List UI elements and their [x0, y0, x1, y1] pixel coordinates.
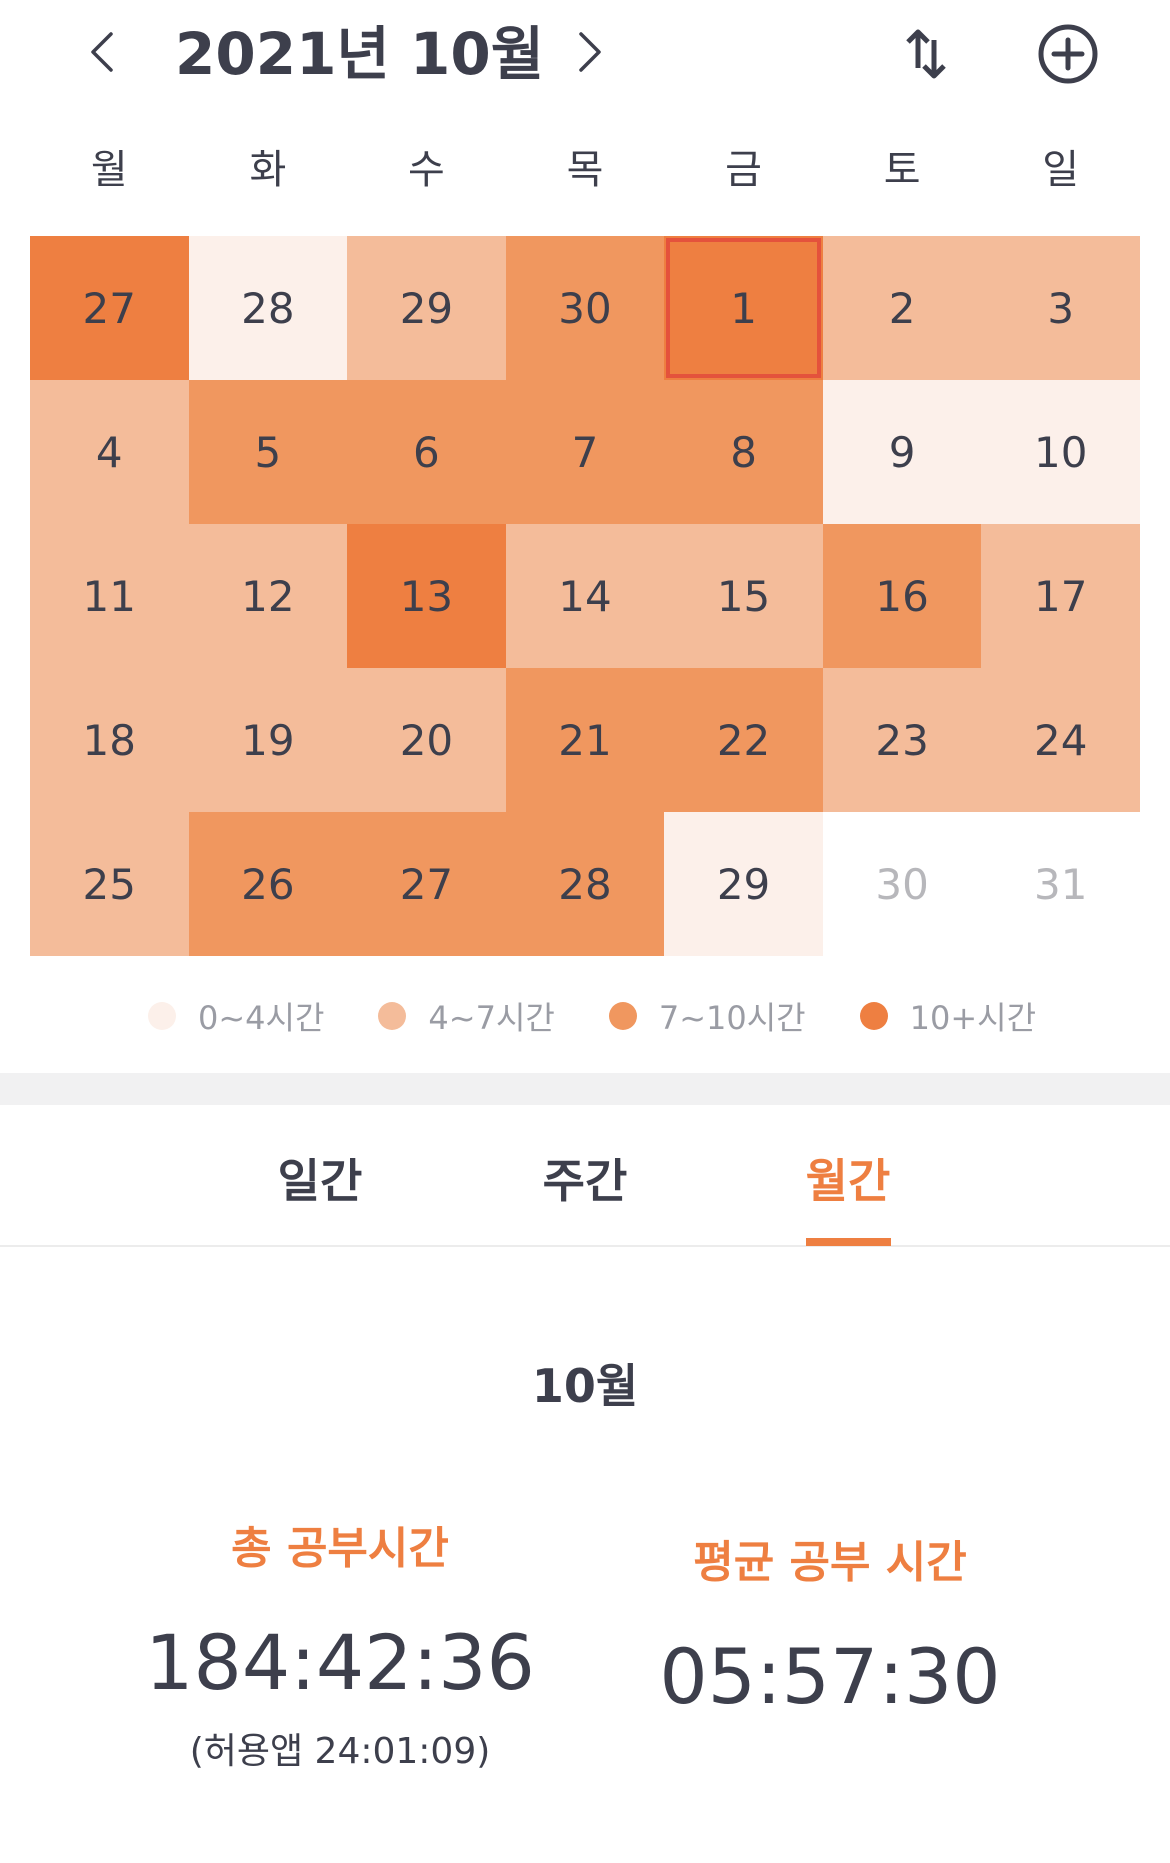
legend-item: 7~10시간 [608, 993, 806, 1039]
sort-button[interactable] [890, 18, 962, 90]
month-title: 2021년 10월 [175, 20, 545, 88]
calendar-day[interactable]: 30 [822, 812, 982, 956]
legend-dot [148, 1002, 176, 1030]
legend-item: 0~4시간 [148, 993, 324, 1039]
calendar-day[interactable]: 23 [822, 668, 982, 812]
weekday-header: 월 화 수 목 금 토 일 [30, 140, 1140, 200]
weekday-wed: 수 [408, 147, 445, 193]
calendar-day[interactable]: 28 [188, 236, 348, 380]
legend-dot [378, 1002, 407, 1030]
legend: 0~4시간 4~7시간 7~10시간 10+시간 [148, 993, 1090, 1039]
calendar-day[interactable]: 24 [981, 668, 1140, 812]
active-tab-indicator [806, 1238, 891, 1246]
calendar-day[interactable]: 17 [981, 524, 1140, 668]
calendar-day[interactable]: 3 [981, 236, 1140, 380]
calendar-day[interactable]: 10 [981, 380, 1140, 524]
tab-weekly[interactable]: 주간 [505, 1145, 665, 1211]
calendar-day[interactable]: 22 [664, 668, 823, 812]
weekday-thu: 목 [566, 147, 604, 193]
calendar-day[interactable]: 2 [822, 236, 982, 380]
calendar-day[interactable]: 30 [505, 236, 665, 380]
total-study-time-label: 총 공부시간 [231, 1523, 449, 1574]
calendar-day[interactable]: 15 [664, 524, 823, 668]
section-divider [0, 1073, 1170, 1105]
calendar-day[interactable]: 11 [30, 524, 189, 668]
calendar-day[interactable]: 12 [188, 524, 348, 668]
tab-monthly[interactable]: 월간 [768, 1145, 928, 1211]
calendar-day[interactable]: 26 [188, 812, 348, 956]
calendar-day[interactable]: 18 [30, 668, 189, 812]
chevron-right-icon [579, 32, 601, 72]
calendar-day[interactable]: 14 [505, 524, 665, 668]
weekday-sun: 일 [1042, 147, 1080, 193]
calendar-day[interactable]: 28 [505, 812, 665, 956]
legend-label: 0~4시간 [198, 999, 325, 1037]
calendar-day[interactable]: 6 [347, 380, 506, 524]
average-study-time-label: 평균 공부 시간 [693, 1537, 967, 1588]
calendar-day[interactable]: 16 [822, 524, 982, 668]
calendar-day[interactable]: 29 [664, 812, 823, 956]
weekday-mon: 월 [90, 147, 128, 193]
sort-arrows-icon [906, 29, 946, 79]
total-study-time-value: 184:42:36 [145, 1618, 535, 1707]
legend-label: 4~7시간 [428, 999, 555, 1037]
legend-dot [859, 1002, 888, 1030]
calendar-day-today[interactable]: 1 [664, 236, 823, 380]
legend-dot [608, 1002, 637, 1030]
legend-label: 10+시간 [909, 999, 1037, 1037]
allowed-app-time: (허용앱 24:01:09) [189, 1731, 491, 1772]
legend-label: 7~10시간 [658, 999, 806, 1037]
period-tabs: 일간 주간 월간 [0, 1105, 1170, 1247]
calendar-day[interactable]: 8 [664, 380, 823, 524]
calendar-day[interactable]: 31 [981, 812, 1140, 956]
add-button[interactable] [1032, 18, 1104, 90]
calendar-day[interactable]: 19 [188, 668, 348, 812]
calendar-day[interactable]: 27 [30, 236, 189, 380]
calendar-day[interactable]: 4 [30, 380, 189, 524]
next-month-button[interactable] [560, 22, 620, 82]
calendar-day[interactable]: 21 [505, 668, 665, 812]
legend-item: 4~7시간 [378, 993, 555, 1039]
prev-month-button[interactable] [72, 22, 132, 82]
calendar-day[interactable]: 20 [347, 668, 506, 812]
calendar-day[interactable]: 7 [505, 380, 665, 524]
legend-item: 10+시간 [859, 993, 1037, 1039]
calendar-day[interactable]: 29 [347, 236, 506, 380]
calendar-grid: 27 28 29 30 1 2 3 4 5 6 7 8 9 10 11 12 13 14 15 16 17 18 19 20 2… [30, 236, 1140, 956]
weekday-tue: 화 [249, 147, 287, 193]
calendar-day[interactable]: 27 [347, 812, 506, 956]
period-title: 10월 [531, 1359, 639, 1413]
chevron-left-icon [91, 32, 113, 72]
weekday-fri: 금 [725, 147, 762, 193]
tab-daily[interactable]: 일간 [240, 1145, 400, 1211]
average-study-time-value: 05:57:30 [659, 1632, 1001, 1721]
weekday-sat: 토 [883, 147, 921, 193]
calendar-day[interactable]: 5 [188, 380, 348, 524]
calendar-header: 2021년 10월 [0, 0, 1170, 120]
calendar-day[interactable]: 9 [822, 380, 982, 524]
plus-circle-icon [1038, 24, 1098, 84]
calendar-day[interactable]: 25 [30, 812, 189, 956]
calendar-day[interactable]: 13 [347, 524, 506, 668]
